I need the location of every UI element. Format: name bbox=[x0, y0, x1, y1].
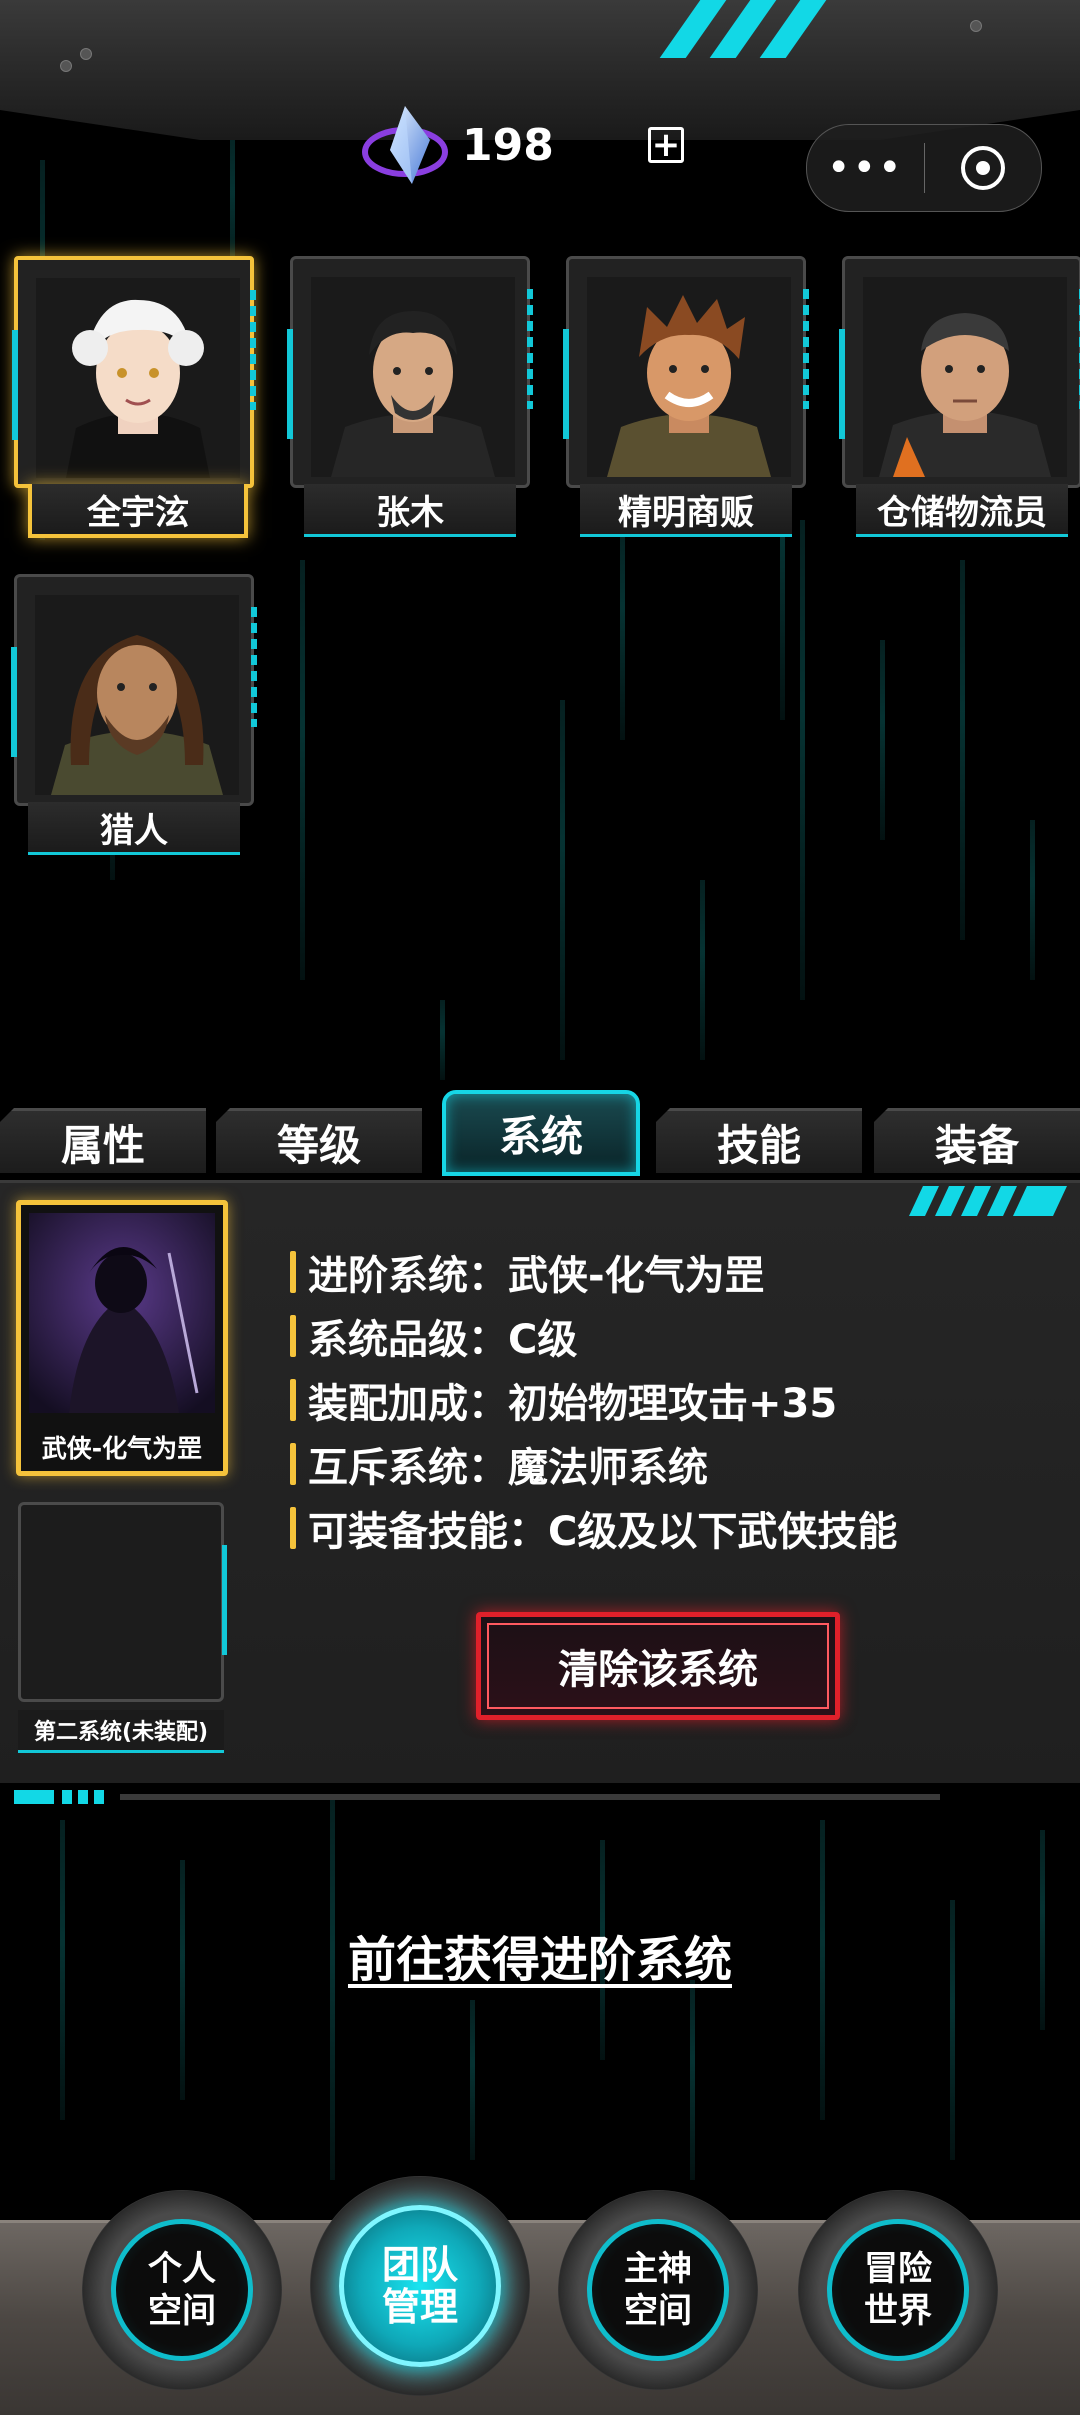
panel-decoration bbox=[909, 1186, 1067, 1216]
info-row-grade: 系统品级：C级 bbox=[290, 1304, 1050, 1368]
crystal-gem-icon bbox=[362, 106, 448, 184]
character-portrait bbox=[311, 277, 515, 477]
panel-bottom-trim bbox=[0, 1770, 1080, 1810]
add-currency-button[interactable]: + bbox=[648, 127, 684, 163]
tab-attributes[interactable]: 属性 bbox=[0, 1108, 206, 1173]
character-card-5[interactable]: 猎人 bbox=[11, 574, 257, 864]
character-name: 精明商贩 bbox=[580, 484, 792, 537]
system-slot-secondary-label: 第二系统(未装配) bbox=[18, 1710, 224, 1753]
tab-level[interactable]: 等级 bbox=[216, 1108, 422, 1173]
tab-equipment[interactable]: 装备 bbox=[874, 1108, 1080, 1173]
character-card-1[interactable]: 全宇泫 bbox=[12, 256, 256, 546]
currency-value: 198 bbox=[462, 119, 554, 171]
info-row-skills: 可装备技能：C级及以下武侠技能 bbox=[290, 1496, 1050, 1560]
character-card-3[interactable]: 精明商贩 bbox=[563, 256, 809, 546]
nav-personal-space[interactable]: 个人 空间 bbox=[82, 2190, 282, 2390]
info-row-advanced-system: 进阶系统：武侠-化气为罡 bbox=[290, 1240, 1050, 1304]
character-portrait bbox=[35, 595, 239, 795]
mini-program-capsule: ••• bbox=[806, 124, 1042, 212]
system-slot-secondary[interactable] bbox=[18, 1502, 227, 1702]
nav-team-management[interactable]: 团队 管理 bbox=[310, 2176, 530, 2396]
system-slot-primary[interactable]: 武侠-化气为罡 bbox=[16, 1200, 228, 1476]
system-info-list: 进阶系统：武侠-化气为罡 系统品级：C级 装配加成：初始物理攻击+35 互斥系统… bbox=[290, 1240, 1050, 1560]
more-dots-icon: ••• bbox=[826, 145, 904, 191]
system-artwork bbox=[29, 1213, 215, 1413]
more-menu-button[interactable]: ••• bbox=[807, 125, 924, 211]
character-card-2[interactable]: 张木 bbox=[287, 256, 533, 546]
tab-system[interactable]: 系统 bbox=[442, 1090, 640, 1176]
nav-adventure-world[interactable]: 冒险 世界 bbox=[798, 2190, 998, 2390]
tab-skills[interactable]: 技能 bbox=[656, 1108, 862, 1173]
obtain-system-link[interactable]: 前往获得进阶系统 bbox=[0, 1920, 1080, 1990]
nav-main-god-space[interactable]: 主神 空间 bbox=[558, 2190, 758, 2390]
character-name: 仓储物流员 bbox=[856, 484, 1068, 537]
clear-system-button[interactable]: 清除该系统 bbox=[476, 1612, 840, 1720]
currency-display: 198 bbox=[360, 100, 554, 190]
character-name: 张木 bbox=[304, 484, 516, 537]
character-card-4[interactable]: 仓储物流员 bbox=[839, 256, 1080, 546]
detail-tabs: 属性 等级 系统 技能 装备 bbox=[0, 1090, 1080, 1176]
info-row-exclusive: 互斥系统：魔法师系统 bbox=[290, 1432, 1050, 1496]
character-portrait bbox=[587, 277, 791, 477]
character-portrait bbox=[863, 277, 1067, 477]
target-circle-icon bbox=[960, 146, 1005, 190]
character-name: 全宇泫 bbox=[28, 484, 248, 538]
info-row-bonus: 装配加成：初始物理攻击+35 bbox=[290, 1368, 1050, 1432]
character-name: 猎人 bbox=[28, 802, 240, 855]
character-portrait bbox=[36, 278, 240, 478]
system-slot-label: 武侠-化气为罡 bbox=[41, 1434, 203, 1463]
close-button[interactable] bbox=[925, 125, 1042, 211]
